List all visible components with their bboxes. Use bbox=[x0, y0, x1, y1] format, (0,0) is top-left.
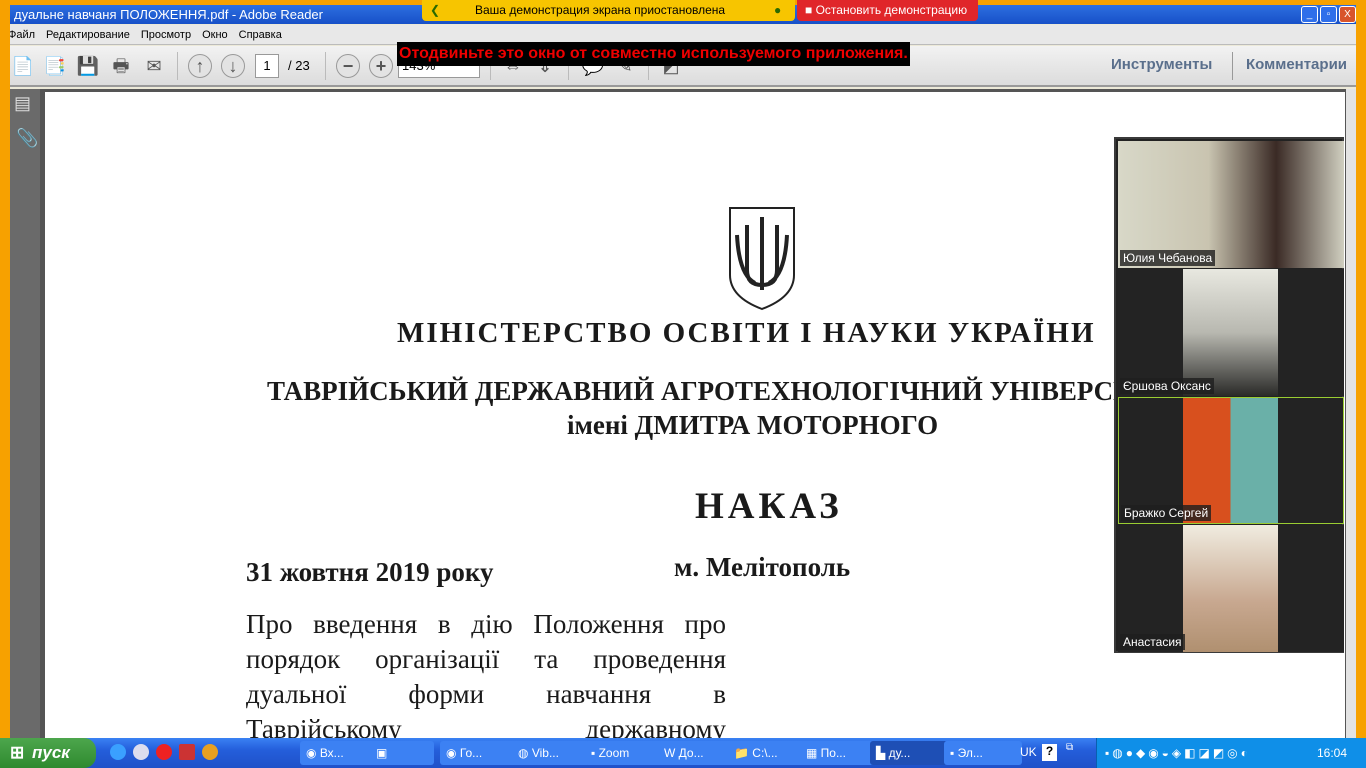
clock: 16:04 bbox=[1317, 746, 1348, 760]
help-icon[interactable]: ? bbox=[1042, 744, 1057, 761]
email-icon[interactable]: ✉ bbox=[141, 54, 167, 78]
task-chrome[interactable]: ◉ Го... bbox=[440, 741, 518, 765]
menu-file[interactable]: Файл bbox=[10, 29, 35, 41]
stop-icon: ■ bbox=[805, 3, 816, 17]
menu-view[interactable]: Просмотр bbox=[141, 29, 191, 41]
save-icon[interactable]: 💾 bbox=[75, 54, 101, 78]
comments-link[interactable]: Комментарии bbox=[1246, 56, 1347, 73]
task-label: По... bbox=[820, 746, 846, 760]
create-pdf-icon[interactable]: 📄 bbox=[10, 54, 36, 78]
video-tile[interactable]: Юлия Чебанова bbox=[1118, 141, 1344, 268]
stop-share-label: Остановить демонстрацию bbox=[815, 3, 968, 17]
task-label: До... bbox=[678, 746, 704, 760]
task-label: Vib... bbox=[531, 746, 559, 760]
task-explorer[interactable]: 📁 C:\... bbox=[728, 741, 806, 765]
task-label: ду... bbox=[888, 746, 911, 760]
task-label: Вх... bbox=[319, 746, 344, 760]
participant-name: Єршова Оксанс bbox=[1120, 378, 1214, 394]
menu-help[interactable]: Справка bbox=[239, 29, 282, 41]
task-label: C:\... bbox=[752, 746, 778, 760]
coat-of-arms-emblem bbox=[729, 207, 795, 311]
task-label: Эл... bbox=[957, 746, 983, 760]
chrome-icon[interactable] bbox=[202, 744, 218, 760]
participant-name: Юлия Чебанова bbox=[1120, 250, 1216, 266]
ie-icon[interactable] bbox=[110, 744, 126, 760]
windows-logo-icon: ⊞ bbox=[10, 743, 25, 762]
opera-icon[interactable] bbox=[156, 744, 172, 760]
university-name: імені ДМИТРА МОТОРНОГО bbox=[567, 410, 939, 440]
menu-edit[interactable]: Редактирование bbox=[46, 29, 130, 41]
taskbar: ⊞ пуск ◉ Вх... ▣ ◉ Го... ◍ Vib... ▪ Zoom … bbox=[0, 738, 1366, 768]
outlook-icon[interactable] bbox=[133, 744, 149, 760]
navigation-panel: ▤ 📎 bbox=[10, 89, 40, 738]
video-tile-active-speaker[interactable]: Бражко Сергей bbox=[1118, 397, 1344, 524]
vertical-scrollbar[interactable] bbox=[1346, 89, 1356, 738]
zoom-video-panel: Юлия Чебанова Єршова Оксанс Бражко Серге… bbox=[1114, 137, 1344, 653]
zoom-in-icon[interactable]: + bbox=[369, 54, 393, 78]
floppy-icon[interactable] bbox=[179, 744, 195, 760]
subject-line: Про введення в дію Положення про bbox=[246, 609, 726, 639]
participant-name: Анастасия bbox=[1120, 634, 1185, 650]
task-word[interactable]: W До... bbox=[658, 741, 736, 765]
subject-line: дуальної форми навчання в bbox=[246, 679, 726, 709]
restore-button[interactable]: ▫ bbox=[1320, 6, 1337, 23]
menu-window[interactable]: Окно bbox=[202, 29, 228, 41]
university-heading: ТАВРІЙСЬКИЙ ДЕРЖАВНИЙ АГРОТЕХНОЛОГІЧНИЙ … bbox=[267, 376, 1189, 406]
language-indicator[interactable]: UK bbox=[1020, 745, 1037, 759]
task-label: Го... bbox=[459, 746, 483, 760]
video-tile[interactable]: Єршова Оксанс bbox=[1118, 269, 1344, 396]
task-adobe-reader[interactable]: ▙ ду... bbox=[870, 741, 948, 765]
subject-line: порядок організації та проведення bbox=[246, 644, 726, 674]
tools-link[interactable]: Инструменты bbox=[1111, 56, 1212, 73]
order-date: 31 жовтня 2019 року bbox=[246, 557, 494, 587]
task-viber[interactable]: ◍ Vib... bbox=[512, 741, 590, 765]
task-zoom-chat[interactable]: ▪ Эл... bbox=[944, 741, 1022, 765]
share-paused-text: Ваша демонстрация экрана приостановлена bbox=[475, 3, 726, 17]
minimize-button[interactable]: _ bbox=[1301, 6, 1318, 23]
task-chrome[interactable]: ◉ Вх... bbox=[300, 741, 378, 765]
order-subject: Про введення в дію Положення про порядок… bbox=[246, 607, 726, 738]
restore-icon[interactable]: ⧉ bbox=[1066, 742, 1073, 753]
video-tile[interactable]: Анастасия bbox=[1118, 525, 1344, 652]
order-heading: НАКАЗ bbox=[695, 486, 843, 527]
print-icon[interactable]: 🖶 bbox=[108, 54, 134, 78]
task-app[interactable]: ▣ bbox=[370, 741, 434, 765]
order-city: м. Мелітополь bbox=[674, 552, 851, 582]
share-paused-bar: ❮ Ваша демонстрация экрана приостановлен… bbox=[422, 0, 795, 21]
participant-name: Бражко Сергей bbox=[1121, 505, 1212, 521]
ministry-heading: МІНІСТЕРСТВО ОСВІТИ І НАУКИ УКРАЇНИ bbox=[397, 317, 1096, 349]
task-zoom[interactable]: ▪ Zoom bbox=[585, 741, 663, 765]
subject-line: Таврійському державному bbox=[246, 714, 726, 738]
share-icon: ❮ bbox=[430, 3, 441, 17]
prev-page-icon[interactable]: ↑ bbox=[188, 54, 212, 78]
attachment-icon[interactable]: 📎 bbox=[16, 128, 40, 149]
zoom-out-icon[interactable]: − bbox=[336, 54, 360, 78]
shield-icon: ● bbox=[774, 3, 782, 17]
start-label: пуск bbox=[32, 743, 70, 762]
start-button[interactable]: ⊞ пуск bbox=[0, 738, 96, 768]
page-number-input[interactable]: 1 bbox=[255, 54, 279, 78]
window-title: дуальне навчаня ПОЛОЖЕННЯ.pdf - Adobe Re… bbox=[14, 7, 323, 22]
move-window-warning: Отодвиньте это окно от совместно использ… bbox=[397, 42, 910, 66]
combine-icon[interactable]: 📑 bbox=[42, 54, 68, 78]
system-tray: ▪◍●◆◉◒◈◧◪◩◎◐ 16:04 bbox=[1096, 738, 1366, 768]
tray-icons[interactable]: ▪◍●◆◉◒◈◧◪◩◎◐ bbox=[1105, 738, 1251, 768]
close-button[interactable]: X bbox=[1339, 6, 1356, 23]
page-total: / 23 bbox=[288, 58, 310, 73]
next-page-icon[interactable]: ↓ bbox=[221, 54, 245, 78]
pages-icon[interactable]: ▤ bbox=[14, 93, 40, 114]
stop-share-button[interactable]: ■ Остановить демонстрацию bbox=[797, 0, 978, 21]
task-label: Zoom bbox=[598, 746, 630, 760]
task-connection[interactable]: ▦ По... bbox=[800, 741, 878, 765]
